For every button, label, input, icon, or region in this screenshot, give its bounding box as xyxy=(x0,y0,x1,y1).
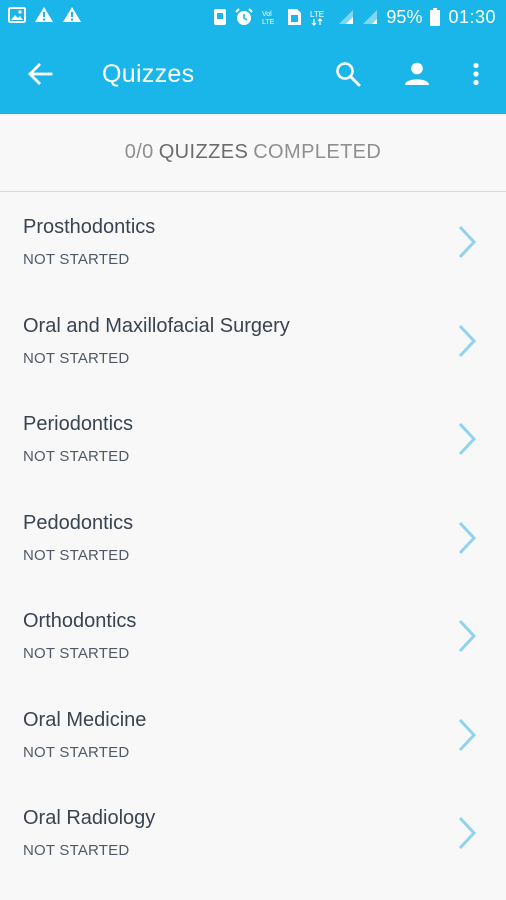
page-title: Quizzes xyxy=(102,59,195,88)
chevron-right-icon xyxy=(458,521,477,554)
alarm-icon xyxy=(235,8,254,26)
back-button[interactable] xyxy=(18,52,62,96)
volte-icon: Vol LTE xyxy=(261,8,279,26)
more-options-button[interactable] xyxy=(458,52,494,96)
quiz-item-orthodontics[interactable]: Orthodontics NOT STARTED xyxy=(0,586,506,685)
quiz-item-prosthodontics[interactable]: Prosthodontics NOT STARTED xyxy=(0,192,506,291)
quiz-title: Prosthodontics xyxy=(23,216,156,238)
quiz-status: NOT STARTED xyxy=(23,448,130,465)
chevron-right-icon xyxy=(458,225,477,259)
quizzes-progress-summary: 0/0 QUIZZES COMPLETED xyxy=(0,114,506,192)
signal-icon xyxy=(362,9,378,25)
quiz-item-pedodontics[interactable]: Pedodontics NOT STARTED xyxy=(0,488,506,587)
search-button[interactable] xyxy=(326,52,370,96)
quiz-title: Oral Medicine xyxy=(23,708,147,731)
quiz-item-oral-radiology[interactable]: Oral Radiology NOT STARTED xyxy=(0,783,506,882)
summary-label: COMPLETED xyxy=(253,141,382,163)
quiz-status: NOT STARTED xyxy=(23,546,130,564)
nfc-icon xyxy=(213,8,227,26)
quiz-status: NOT STARTED xyxy=(23,743,130,761)
signal-icon xyxy=(338,9,354,25)
quiz-title: Orthodontics xyxy=(23,610,137,632)
chevron-right-icon xyxy=(458,619,477,653)
clock: 01:30 xyxy=(448,6,496,27)
chevron-right-icon xyxy=(458,816,477,850)
svg-text:Vol: Vol xyxy=(262,11,272,18)
more-vert-icon xyxy=(473,62,479,86)
quiz-title: Periodontics xyxy=(23,413,134,435)
status-system: Vol LTE LTE 95% 01:30 xyxy=(213,7,496,28)
chevron-right-icon xyxy=(458,324,477,357)
person-icon xyxy=(405,62,429,85)
app-bar: Quizzes xyxy=(0,34,506,114)
image-icon xyxy=(8,6,26,28)
quiz-item-oral-medicine[interactable]: Oral Medicine NOT STARTED xyxy=(0,685,506,784)
quiz-status: NOT STARTED xyxy=(23,251,130,268)
arrow-back-icon xyxy=(28,63,53,85)
sim-icon xyxy=(287,8,302,26)
quiz-status: NOT STARTED xyxy=(23,842,130,859)
status-bar: Vol LTE LTE 95% 01:30 xyxy=(0,0,506,34)
battery-icon xyxy=(430,8,441,26)
warning-icon xyxy=(62,6,82,28)
quiz-status: NOT STARTED xyxy=(23,349,130,367)
quiz-status: NOT STARTED xyxy=(23,645,130,662)
chevron-right-icon xyxy=(458,718,477,751)
lte-icon: LTE xyxy=(310,8,330,26)
profile-button[interactable] xyxy=(395,52,439,96)
svg-text:LTE: LTE xyxy=(310,10,324,19)
battery-level: 95% xyxy=(386,6,423,27)
quiz-item-periodontics[interactable]: Periodontics NOT STARTED xyxy=(0,389,506,488)
quiz-item-oral-maxillofacial-surgery[interactable]: Oral and Maxillofacial Surgery NOT START… xyxy=(0,291,506,390)
completed-count: 0/0 xyxy=(124,141,154,163)
quiz-title: Pedodontics xyxy=(23,511,134,534)
warning-icon xyxy=(34,6,54,28)
quiz-title: Oral and Maxillofacial Surgery xyxy=(23,314,290,337)
chevron-right-icon xyxy=(458,422,477,456)
search-icon xyxy=(336,62,361,87)
summary-label-bold: QUIZZES xyxy=(158,141,249,163)
quiz-list: Prosthodontics NOT STARTED Oral and Maxi… xyxy=(0,192,506,882)
status-notifications xyxy=(8,6,82,28)
svg-text:LTE: LTE xyxy=(262,19,275,26)
quiz-title: Oral Radiology xyxy=(23,807,156,829)
